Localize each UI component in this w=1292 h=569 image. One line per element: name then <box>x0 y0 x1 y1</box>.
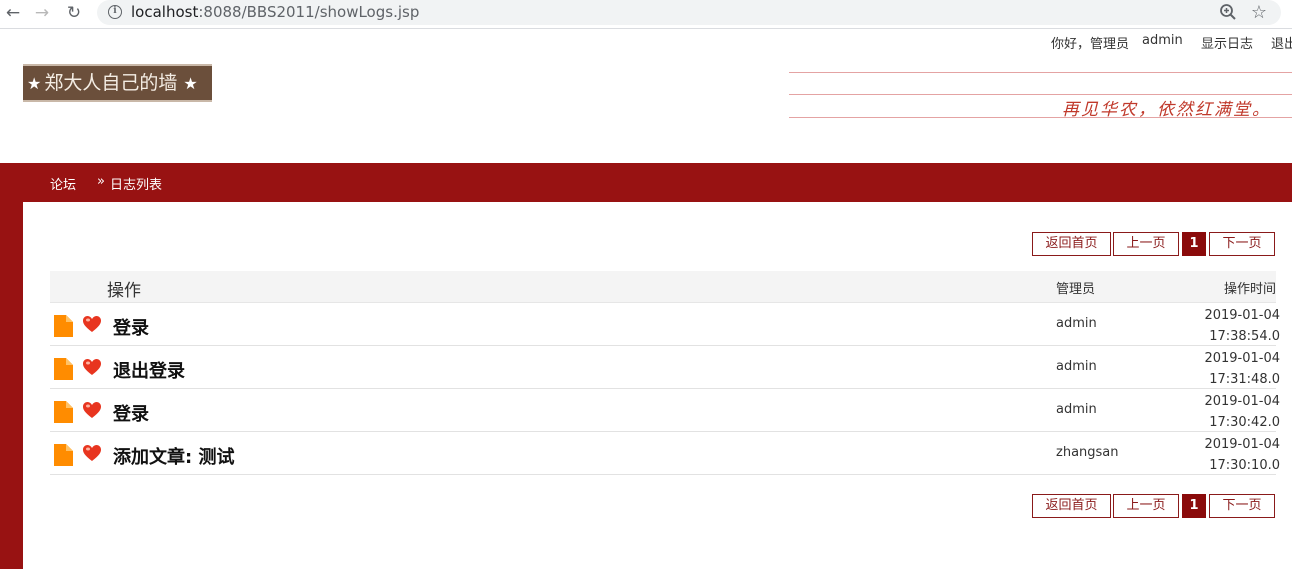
star-icon: ★ <box>183 74 198 93</box>
forward-arrow-icon[interactable]: → <box>31 2 53 24</box>
log-timestamp: 2019-01-04 17:30:42.0 <box>1204 394 1280 430</box>
logout-link[interactable]: 退出 <box>1271 33 1292 52</box>
username-text: admin <box>1142 33 1183 48</box>
log-admin: admin <box>1056 402 1097 417</box>
slogan-rule <box>789 72 1292 73</box>
greeting-text: 你好，管理员 <box>1051 37 1130 52</box>
column-header-time: 操作时间 <box>1223 282 1276 297</box>
show-logs-link[interactable]: 显示日志 <box>1201 33 1253 52</box>
column-header-operation: 操作 <box>107 281 141 301</box>
column-header-admin: 管理员 <box>1056 282 1096 297</box>
heart-icon <box>83 445 101 461</box>
heart-icon <box>83 402 101 418</box>
table-row: 登录 admin 2019-01-04 17:30:42.0 <box>50 389 1280 432</box>
current-page-indicator: 1 <box>1182 232 1206 256</box>
reload-icon[interactable]: ↻ <box>63 2 85 24</box>
table-row: 登录 admin 2019-01-04 17:38:54.0 <box>50 303 1280 346</box>
browser-toolbar: ← → ↻ i localhost:8088/BBS2011/showLogs.… <box>0 0 1292 29</box>
prev-page-button[interactable]: 上一页 <box>1113 232 1179 256</box>
document-icon <box>54 358 73 380</box>
nav-bar <box>0 163 1292 202</box>
heart-icon <box>83 359 101 375</box>
log-admin: admin <box>1056 316 1097 331</box>
log-admin: zhangsan <box>1056 445 1119 460</box>
bookmark-star-icon[interactable]: ☆ <box>1251 0 1267 25</box>
heart-icon <box>83 316 101 332</box>
star-icon: ★ <box>27 74 42 93</box>
table-header: 操作 管理员 操作时间 <box>50 271 1276 303</box>
back-arrow-icon[interactable]: ← <box>2 2 24 24</box>
breadcrumb-home-link[interactable]: 论坛 <box>50 174 76 193</box>
first-page-button[interactable]: 返回首页 <box>1032 494 1111 518</box>
log-operation: 添加文章: 测试 <box>113 447 235 468</box>
log-operation: 登录 <box>113 404 149 425</box>
breadcrumb-separator: » <box>97 174 105 189</box>
table-row: 添加文章: 测试 zhangsan 2019-01-04 17:30:10.0 <box>50 432 1280 475</box>
document-icon <box>54 444 73 466</box>
logo-text: 郑大人自己的墙 <box>44 72 178 94</box>
document-icon <box>54 315 73 337</box>
site-logo[interactable]: ★ 郑大人自己的墙 ★ <box>23 64 212 102</box>
document-icon <box>54 401 73 423</box>
site-info-icon[interactable]: i <box>108 5 122 19</box>
current-page-indicator: 1 <box>1182 494 1206 518</box>
log-timestamp: 2019-01-04 17:31:48.0 <box>1204 351 1280 387</box>
log-timestamp: 2019-01-04 17:38:54.0 <box>1204 308 1280 344</box>
url-text[interactable]: localhost:8088/BBS2011/showLogs.jsp <box>131 3 419 21</box>
next-page-button[interactable]: 下一页 <box>1209 494 1275 518</box>
zoom-icon[interactable] <box>1219 3 1237 21</box>
log-timestamp: 2019-01-04 17:30:10.0 <box>1204 437 1280 473</box>
table-row: 退出登录 admin 2019-01-04 17:31:48.0 <box>50 346 1280 389</box>
next-page-button[interactable]: 下一页 <box>1209 232 1275 256</box>
log-admin: admin <box>1056 359 1097 374</box>
slogan-text: 再见华农，依然红满堂。 <box>1062 100 1271 120</box>
address-bar[interactable]: i localhost:8088/BBS2011/showLogs.jsp ☆ <box>97 0 1281 25</box>
log-operation: 退出登录 <box>113 361 185 382</box>
log-operation: 登录 <box>113 318 149 339</box>
first-page-button[interactable]: 返回首页 <box>1032 232 1111 256</box>
breadcrumb-current: 日志列表 <box>110 178 163 193</box>
prev-page-button[interactable]: 上一页 <box>1113 494 1179 518</box>
left-border <box>0 202 23 569</box>
